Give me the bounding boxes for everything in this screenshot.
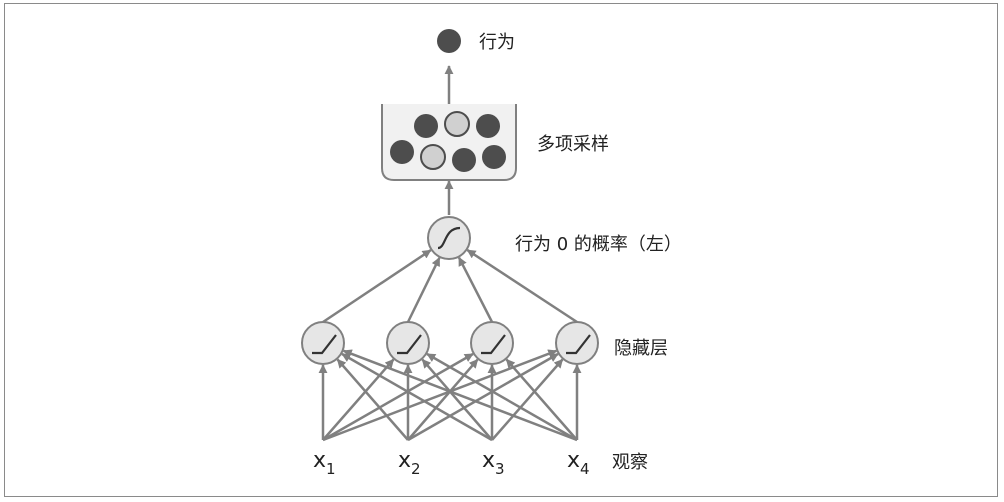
input-to-hidden-connections [318,349,582,442]
output-sigmoid-node [427,216,471,260]
hidden-layer-label: 隐藏层 [614,338,668,359]
sample-ball [482,145,506,169]
connection-arrow [457,256,494,323]
input-symbol: x [398,448,411,473]
input-label: x 3 [482,448,505,478]
input-subscript: 1 [326,460,336,478]
action-node [437,29,461,53]
input-label: x 1 [313,448,336,478]
connection-arrow [406,256,441,323]
connection-arrow [407,352,559,442]
hidden-node [470,321,514,365]
sample-ball [452,148,476,172]
input-label: x 4 [567,448,590,478]
sample-ball [420,144,446,170]
policy-network-diagram: 行为 多项采样 行为 0 的概率（左） 隐藏层 x 1 x 2 x 3 x 4 … [301,29,682,478]
connection-arrow [466,249,578,324]
input-symbol: x [313,448,326,473]
multinomial-sampler [381,104,517,181]
input-symbol: x [482,448,495,473]
hidden-node [386,321,430,365]
action-label: 行为 [479,32,515,53]
input-subscript: 4 [580,460,590,478]
multinomial-label: 多项采样 [537,134,609,155]
input-symbol: x [567,448,580,473]
probability-label: 行为 0 的概率（左） [515,234,682,255]
observation-label: 观察 [612,452,648,473]
sample-ball [476,114,500,138]
connection-arrow [322,358,395,441]
connection-arrow [505,358,578,441]
input-subscript: 3 [495,460,505,478]
hidden-to-output-connections [322,249,578,324]
hidden-node [301,321,345,365]
sample-ball [390,140,414,164]
sample-ball [414,114,438,138]
input-subscript: 2 [411,460,421,478]
hidden-node [555,321,599,365]
sample-ball [444,111,470,137]
input-label: x 2 [398,448,421,478]
connection-arrow [341,352,493,442]
